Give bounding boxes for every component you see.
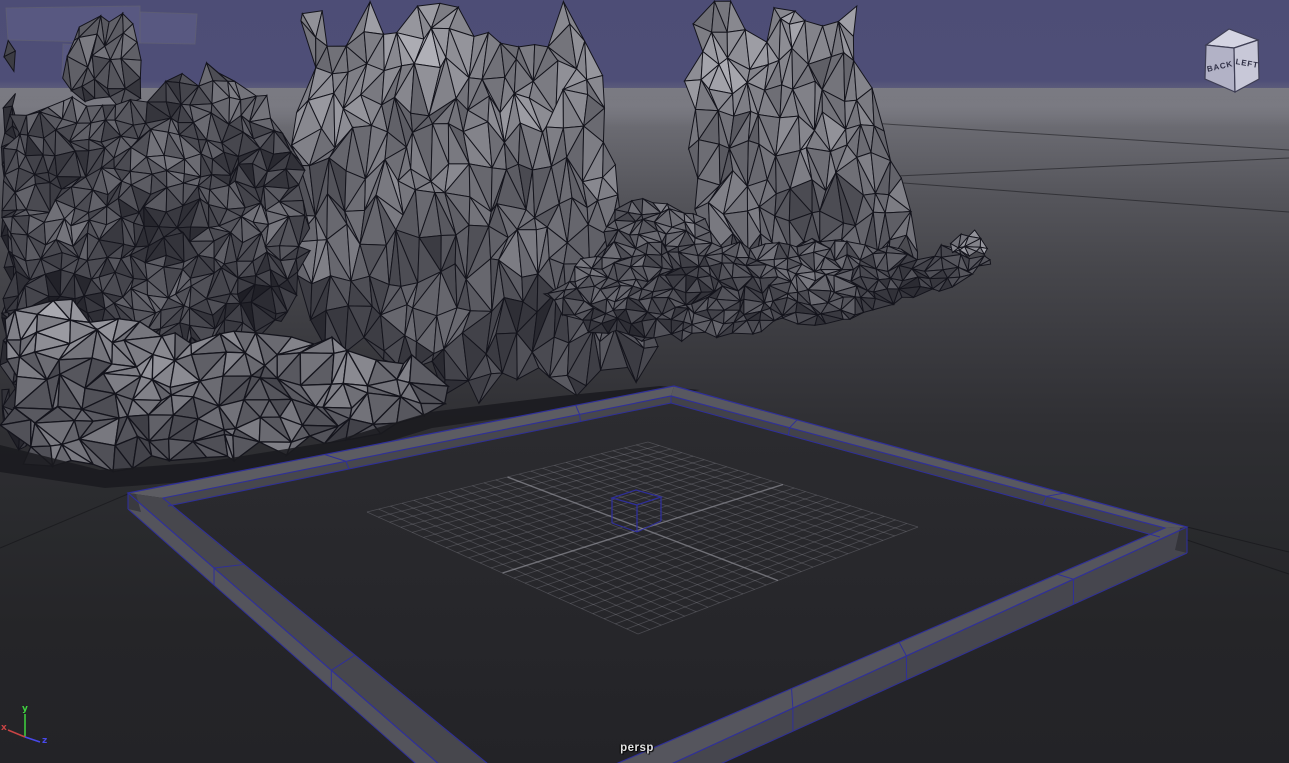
z-axis-label: z <box>42 736 47 746</box>
y-axis-label: y <box>22 704 28 714</box>
terrain-mesh[interactable] <box>0 1 991 488</box>
axis-gizmo: y x z <box>0 700 70 763</box>
viewport-3d[interactable]: BACK LEFT y x z persp <box>0 0 1289 763</box>
z-axis-line <box>25 737 40 742</box>
scene-canvas[interactable] <box>0 0 1289 763</box>
view-cube[interactable]: BACK LEFT <box>1192 22 1274 102</box>
x-axis-label: x <box>1 723 7 733</box>
camera-name-label: persp <box>580 742 694 754</box>
x-axis-line <box>8 730 25 737</box>
